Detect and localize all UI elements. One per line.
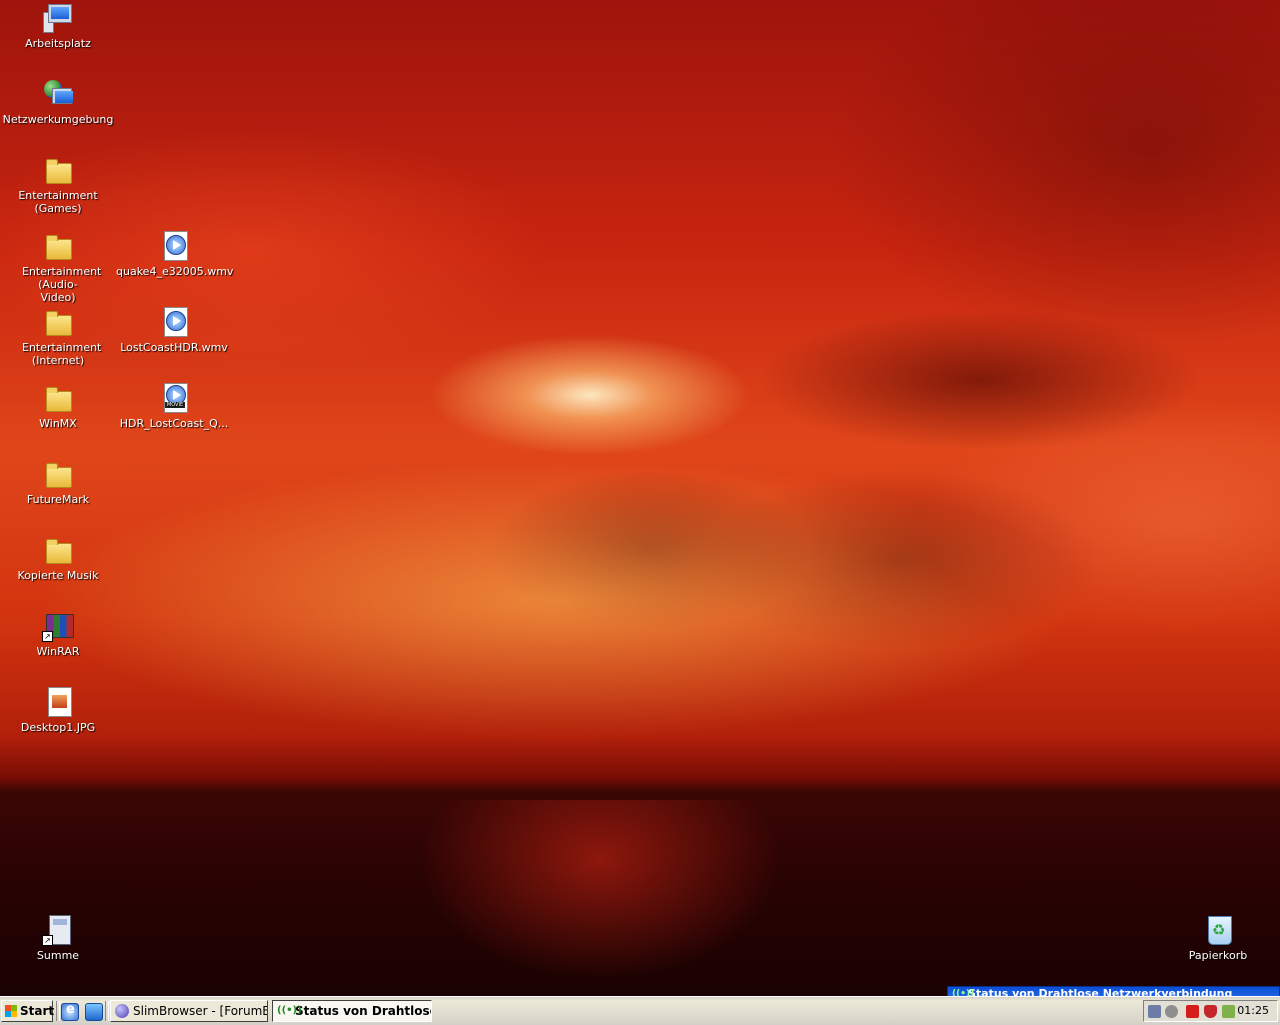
- desktop-icon-label: Arbeitsplatz: [25, 37, 91, 50]
- folder-icon: [42, 382, 74, 414]
- desktop-icon-lostcoasthdr-wmv[interactable]: LostCoastHDR.wmv: [116, 306, 232, 354]
- desktop-icon-arbeitsplatz[interactable]: Arbeitsplatz: [0, 2, 116, 50]
- desktop-icon-label: LostCoastHDR.wmv: [120, 341, 228, 354]
- desktop-icon-summe[interactable]: ↗ Summe: [0, 914, 116, 962]
- image-file-icon: [42, 686, 74, 718]
- volume-icon[interactable]: [1165, 1005, 1178, 1018]
- desktop-icon-entertainment-games[interactable]: Entertainment (Games): [0, 154, 116, 215]
- start-button-label: Start: [20, 1004, 55, 1018]
- desktop-icon-label: Papierkorb: [1188, 949, 1248, 962]
- folder-icon: [42, 230, 74, 262]
- desktop-icon-papierkorb[interactable]: Papierkorb: [1160, 914, 1276, 962]
- network-connection-icon[interactable]: [1148, 1005, 1161, 1018]
- desktop-icon-winrar[interactable]: ↗ WinRAR: [0, 610, 116, 658]
- desktop-icon-winmx[interactable]: WinMX: [0, 382, 116, 430]
- taskbar-divider: [56, 1001, 60, 1021]
- desktop-icon-entertainment-internet[interactable]: Entertainment (Internet): [0, 306, 116, 367]
- clock[interactable]: 01:25: [1237, 1001, 1269, 1021]
- wireless-network-icon: ((•)): [277, 1005, 302, 1016]
- desktop-icon-label: Entertainment (Audio-Video): [22, 265, 102, 304]
- desktop-icon-label: Entertainment (Internet): [22, 341, 102, 367]
- desktop-icon-entertainment-audio-video[interactable]: Entertainment (Audio-Video): [0, 230, 116, 304]
- network-places-icon: [42, 78, 74, 110]
- desktop-icon-label: Summe: [36, 949, 80, 962]
- taskbar-button-slimbrowser[interactable]: SlimBrowser - [ForumBas...: [110, 1000, 268, 1022]
- my-computer-icon: [42, 2, 74, 34]
- taskbar-button-wireless-status[interactable]: ((•)) Status von Drahtlose ...: [272, 1000, 432, 1022]
- wallpaper-reflection: [420, 800, 780, 996]
- media-file-icon: [158, 230, 190, 262]
- folder-icon: [42, 306, 74, 338]
- movie-file-icon: MOVIE: [158, 382, 190, 414]
- windows-logo-icon: [5, 1005, 17, 1017]
- folder-icon: [42, 154, 74, 186]
- desktop-icon-quake4-wmv[interactable]: quake4_e32005.wmv: [116, 230, 234, 278]
- desktop-icon-label: Netzwerkumgebung: [2, 113, 114, 126]
- taskbar: Start SlimBrowser - [ForumBas... ((•)) S…: [0, 996, 1280, 1025]
- desktop-icon-futuremark[interactable]: FutureMark: [0, 458, 116, 506]
- desktop-icon-label: WinMX: [39, 417, 77, 430]
- folder-icon: [42, 458, 74, 490]
- antivirus-shield-icon[interactable]: [1204, 1005, 1217, 1018]
- desktop-icon-label: FutureMark: [26, 493, 90, 506]
- calculator-shortcut-icon: ↗: [42, 914, 74, 946]
- internet-explorer-icon[interactable]: [61, 1002, 79, 1021]
- taskbar-button-label: Status von Drahtlose ...: [295, 1004, 432, 1018]
- slimbrowser-icon: [115, 1004, 129, 1018]
- desktop-icon-hdr-lostcoast[interactable]: MOVIE HDR_LostCoast_Q...: [116, 382, 232, 430]
- desktop-icon-label: HDR_LostCoast_Q...: [119, 417, 229, 430]
- system-tray: 01:25: [1143, 1000, 1278, 1022]
- folder-icon: [42, 534, 74, 566]
- winrar-icon: ↗: [42, 610, 74, 642]
- start-button[interactable]: Start: [1, 1000, 55, 1022]
- desktop-icon-label: Kopierte Musik: [17, 569, 99, 582]
- desktop: Arbeitsplatz Netzwerkumgebung Entertainm…: [0, 0, 1280, 996]
- security-alert-icon[interactable]: [1186, 1005, 1199, 1018]
- recycle-bin-icon: [1202, 914, 1234, 946]
- desktop-icon-kopierte-musik[interactable]: Kopierte Musik: [0, 534, 116, 582]
- desktop-icon-label: WinRAR: [36, 645, 80, 658]
- desktop-icon-label: Entertainment (Games): [18, 189, 98, 215]
- wireless-signal-icon[interactable]: [1222, 1005, 1235, 1018]
- desktop-icon-label: quake4_e32005.wmv: [116, 265, 234, 278]
- media-file-icon: [158, 306, 190, 338]
- desktop-icon-netzwerkumgebung[interactable]: Netzwerkumgebung: [0, 78, 116, 126]
- desktop-icon-label: Desktop1.JPG: [20, 721, 96, 734]
- desktop-icon-desktop1-jpg[interactable]: Desktop1.JPG: [0, 686, 116, 734]
- taskbar-button-label: SlimBrowser - [ForumBas...: [133, 1004, 267, 1018]
- taskbar-divider: [105, 1001, 109, 1021]
- show-desktop-icon[interactable]: [85, 1003, 103, 1021]
